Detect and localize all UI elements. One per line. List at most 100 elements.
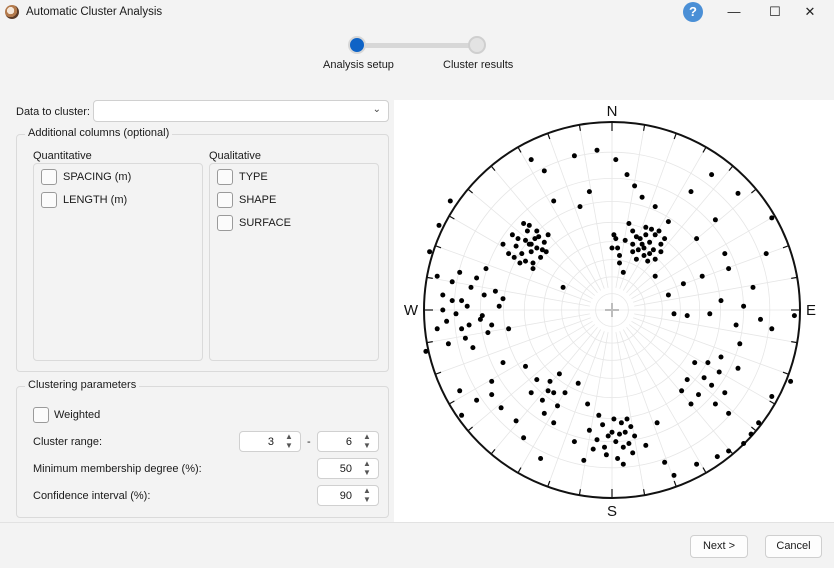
- pole-point: [492, 288, 498, 294]
- pole-point: [555, 403, 560, 409]
- pole-point: [575, 380, 581, 386]
- chevron-down-icon[interactable]: ▼: [362, 496, 372, 504]
- type-checkbox[interactable]: [217, 169, 233, 185]
- data-to-cluster-dropdown[interactable]: ⌄: [93, 100, 389, 122]
- close-button[interactable]: ✕: [795, 2, 825, 22]
- next-button-label: Next >: [702, 540, 736, 552]
- pole-point: [541, 410, 547, 416]
- pole-point: [630, 450, 636, 456]
- pole-point: [718, 298, 724, 304]
- clustering-parameters-group: Clustering parameters Weighted Cluster r…: [16, 379, 389, 518]
- confidence-interval-label: Confidence interval (%):: [33, 490, 151, 502]
- pole-point: [586, 189, 592, 195]
- pole-point: [769, 326, 775, 332]
- cluster-range-max-spinbox[interactable]: 6 ▲ ▼: [317, 431, 379, 452]
- pole-point: [534, 228, 540, 234]
- pole-point: [791, 313, 797, 319]
- pole-point: [479, 313, 485, 319]
- pole-point: [758, 316, 763, 322]
- pole-point: [530, 260, 536, 266]
- pole-point: [489, 392, 495, 398]
- pole-point: [530, 266, 536, 272]
- cancel-button[interactable]: Cancel: [765, 535, 822, 558]
- pole-point: [647, 251, 653, 257]
- pole-point: [716, 369, 722, 375]
- pole-point: [692, 360, 698, 366]
- south-label: S: [607, 503, 617, 520]
- cluster-range-separator: -: [307, 436, 311, 448]
- pole-point: [699, 273, 705, 279]
- footer-divider: [0, 522, 834, 523]
- shape-label: SHAPE: [239, 194, 277, 206]
- pole-point: [445, 341, 451, 347]
- surface-checkbox[interactable]: [217, 215, 233, 231]
- pole-point: [500, 296, 506, 302]
- cluster-range-label: Cluster range:: [33, 436, 103, 448]
- chevron-up-icon[interactable]: ▲: [362, 433, 372, 441]
- pole-point: [474, 275, 480, 281]
- chevron-down-icon[interactable]: ▼: [362, 469, 372, 477]
- pole-point: [722, 251, 728, 257]
- pole-point: [707, 311, 713, 317]
- weighted-checkbox[interactable]: [33, 407, 49, 423]
- pole-point: [468, 284, 474, 290]
- pole-point: [650, 247, 656, 253]
- stepper-track: [357, 43, 477, 48]
- pole-point: [515, 236, 521, 242]
- pole-point: [735, 190, 741, 196]
- chevron-down-icon: ⌄: [372, 104, 381, 115]
- pole-point: [470, 345, 476, 351]
- pole-points: [423, 147, 797, 478]
- pole-point: [449, 298, 455, 304]
- pole-point: [626, 221, 632, 226]
- next-button[interactable]: Next >: [690, 535, 748, 558]
- pole-point: [679, 388, 685, 394]
- minimize-button[interactable]: —: [719, 2, 749, 22]
- help-button[interactable]: ?: [683, 2, 703, 22]
- grid-radial-line: [517, 329, 602, 473]
- chevron-up-icon[interactable]: ▲: [284, 433, 294, 441]
- pole-point: [662, 459, 668, 465]
- pole-point: [701, 375, 707, 381]
- qualitative-heading: Qualitative: [209, 150, 261, 162]
- pole-point: [603, 452, 609, 458]
- pole-point: [489, 378, 495, 384]
- pole-point: [632, 183, 638, 189]
- pole-point: [684, 377, 690, 383]
- pole-point: [590, 446, 596, 452]
- pole-point: [647, 239, 653, 245]
- pole-point: [521, 435, 527, 441]
- cluster-range-min-spinbox[interactable]: 3 ▲ ▼: [239, 431, 301, 452]
- pole-point: [622, 429, 628, 435]
- wizard-stepper: Analysis setup Cluster results: [320, 34, 520, 74]
- shape-checkbox[interactable]: [217, 192, 233, 208]
- length-checkbox[interactable]: [41, 192, 57, 208]
- pole-point: [500, 360, 506, 366]
- confidence-interval-spinbox[interactable]: 90 ▲ ▼: [317, 485, 379, 506]
- pole-point: [528, 390, 534, 396]
- chevron-down-icon[interactable]: ▼: [284, 442, 294, 450]
- pole-point: [639, 241, 645, 247]
- east-label: E: [806, 302, 816, 319]
- min-membership-spinbox[interactable]: 50 ▲ ▼: [317, 458, 379, 479]
- chevron-up-icon[interactable]: ▲: [362, 487, 372, 495]
- cancel-button-label: Cancel: [776, 540, 811, 552]
- chevron-down-icon[interactable]: ▼: [362, 442, 372, 450]
- pole-point: [694, 236, 700, 242]
- step-2-label: Cluster results: [443, 59, 514, 71]
- pole-point: [726, 410, 732, 416]
- chevron-up-icon[interactable]: ▲: [362, 460, 372, 468]
- center-cross-icon: [605, 303, 619, 317]
- pole-point: [585, 401, 591, 407]
- pole-point: [509, 232, 515, 238]
- pole-point: [498, 405, 504, 411]
- pole-point: [534, 245, 540, 251]
- pole-point: [630, 249, 636, 255]
- spacing-checkbox[interactable]: [41, 169, 57, 185]
- pole-point: [726, 266, 732, 272]
- pole-point: [440, 307, 446, 313]
- pole-point: [462, 335, 468, 341]
- length-label: LENGTH (m): [63, 194, 128, 206]
- maximize-button[interactable]: ☐: [760, 2, 790, 22]
- pole-point: [665, 219, 671, 225]
